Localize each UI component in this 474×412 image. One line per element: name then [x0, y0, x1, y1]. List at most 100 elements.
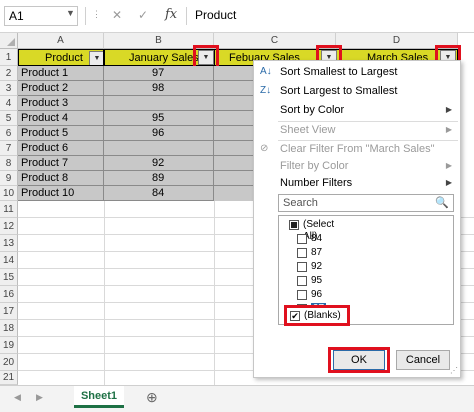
row-header[interactable]: 15	[0, 269, 18, 286]
row-header[interactable]: 17	[0, 303, 18, 320]
gridline	[214, 201, 215, 385]
chevron-right-icon: ▶	[445, 105, 452, 114]
divider	[85, 7, 86, 25]
menu-label: Number Filters	[280, 177, 353, 189]
select-all-corner[interactable]	[0, 33, 18, 49]
row-header[interactable]: 18	[0, 320, 18, 337]
january-value: 95	[152, 112, 165, 124]
january-value: 92	[152, 157, 165, 169]
row-header[interactable]: 2	[0, 66, 18, 81]
corner-triangle-icon	[7, 38, 15, 46]
search-icon[interactable]: 🔍	[435, 196, 449, 209]
row-header[interactable]: 8	[0, 156, 18, 171]
table-cell: 89	[104, 171, 214, 186]
menu-label: Sort Smallest to Largest	[280, 66, 398, 78]
cancel-icon[interactable]: ✕	[112, 8, 122, 22]
search-placeholder: Search	[283, 197, 318, 209]
menu-label: Clear Filter From "March Sales"	[280, 143, 435, 155]
checkbox-partial-icon[interactable]	[289, 220, 299, 230]
sort-ascending-icon: A↓	[260, 66, 272, 77]
february-cells[interactable]	[214, 66, 254, 201]
menu-item-filter-by-color: Filter by Color ▶	[254, 157, 460, 175]
filter-menu[interactable]: A↓ Sort Smallest to Largest Z↓ Sort Larg…	[253, 60, 461, 378]
row-header[interactable]: 3	[0, 81, 18, 96]
chevron-right-icon: ▶	[445, 161, 452, 170]
product-name: Product 6	[21, 142, 69, 154]
row-header[interactable]: 11	[0, 201, 18, 218]
row-header[interactable]: 21	[0, 371, 18, 385]
row-header[interactable]: 9	[0, 171, 18, 186]
clear-filter-icon: ⊘	[260, 143, 269, 154]
product-name: Product 4	[21, 112, 69, 124]
menu-item-sort-ascending[interactable]: A↓ Sort Smallest to Largest	[254, 63, 460, 81]
table-cell: 98	[104, 81, 214, 96]
add-sheet-icon[interactable]: ⊕	[146, 389, 158, 406]
product-name: Product 10	[21, 187, 75, 199]
list-item-label: 96	[311, 289, 323, 300]
insert-function-icon[interactable]: fx	[165, 7, 177, 22]
row-header[interactable]: 19	[0, 337, 18, 354]
list-item-label: 95	[311, 275, 323, 286]
resize-grip-icon[interactable]: ⋰	[450, 366, 458, 375]
table-cell	[104, 141, 214, 156]
scroll-right-icon[interactable]: ▶	[36, 392, 43, 403]
row-header[interactable]: 5	[0, 111, 18, 126]
checkbox-icon[interactable]	[297, 276, 307, 286]
column-header-a[interactable]: A	[18, 33, 104, 49]
list-item-label: 87	[311, 247, 323, 258]
menu-item-number-filters[interactable]: Number Filters ▶	[254, 174, 460, 192]
list-item-label: 92	[311, 261, 323, 272]
chevron-down-icon[interactable]: ▼	[66, 8, 75, 18]
formula-bar: A1 ▼ ⋮ ✕ ✓ fx Product	[0, 0, 474, 33]
product-name: Product 3	[21, 97, 69, 109]
cancel-button[interactable]: Cancel	[396, 350, 450, 370]
row-header[interactable]: 6	[0, 126, 18, 141]
table-cell: Product 1	[18, 66, 104, 81]
january-value: 97	[152, 67, 165, 79]
checkbox-icon[interactable]	[297, 248, 307, 258]
checkbox-icon[interactable]	[297, 290, 307, 300]
january-value: 96	[152, 127, 165, 139]
header-label: January Sales	[129, 52, 199, 64]
tab-sheet1[interactable]: Sheet1	[74, 386, 124, 408]
scroll-left-icon[interactable]: ◀	[14, 392, 21, 403]
row-header[interactable]: 1	[0, 49, 18, 66]
table-cell: Product 3	[18, 96, 104, 111]
sheet-tab-bar: ◀ ▶ Sheet1 ⊕	[0, 385, 474, 412]
table-cell: Product 6	[18, 141, 104, 156]
checkbox-checked-icon[interactable]: ✔	[290, 311, 300, 321]
list-item-blanks[interactable]: ✔ (Blanks)	[284, 305, 350, 326]
menu-item-sort-descending[interactable]: Z↓ Sort Largest to Smallest	[254, 82, 460, 100]
header-cell-product[interactable]: Product ▼	[18, 49, 104, 66]
january-value: 84	[152, 187, 165, 199]
january-value: 89	[152, 172, 165, 184]
table-cell: 84	[104, 186, 214, 201]
menu-label: Sheet View	[280, 124, 336, 136]
enter-icon[interactable]: ✓	[138, 8, 148, 22]
header-label: Product	[45, 52, 83, 64]
row-header[interactable]: 7	[0, 141, 18, 156]
table-cell	[104, 96, 214, 111]
gridline	[104, 201, 105, 385]
menu-label: Filter by Color	[280, 160, 349, 172]
row-header[interactable]: 10	[0, 186, 18, 201]
formula-input[interactable]: Product	[195, 8, 236, 22]
checkbox-icon[interactable]	[297, 234, 307, 244]
row-header[interactable]: 16	[0, 286, 18, 303]
row-header[interactable]: 14	[0, 252, 18, 269]
filter-dropdown-icon[interactable]: ▼	[89, 51, 103, 65]
row-header[interactable]: 4	[0, 96, 18, 111]
ok-button[interactable]: OK	[333, 350, 385, 370]
row-header[interactable]: 12	[0, 218, 18, 235]
table-cell: Product 5	[18, 126, 104, 141]
menu-item-sort-by-color[interactable]: Sort by Color ▶	[254, 101, 460, 119]
table-cell: 97	[104, 66, 214, 81]
row-header[interactable]: 13	[0, 235, 18, 252]
checkbox-icon[interactable]	[297, 262, 307, 272]
table-cell: Product 10	[18, 186, 104, 201]
row-header[interactable]: 20	[0, 354, 18, 371]
product-name: Product 5	[21, 127, 69, 139]
search-input[interactable]: Search 🔍	[278, 194, 454, 212]
list-item-label: 84	[311, 233, 323, 244]
filter-dropdown-icon[interactable]: ▼	[198, 50, 214, 65]
